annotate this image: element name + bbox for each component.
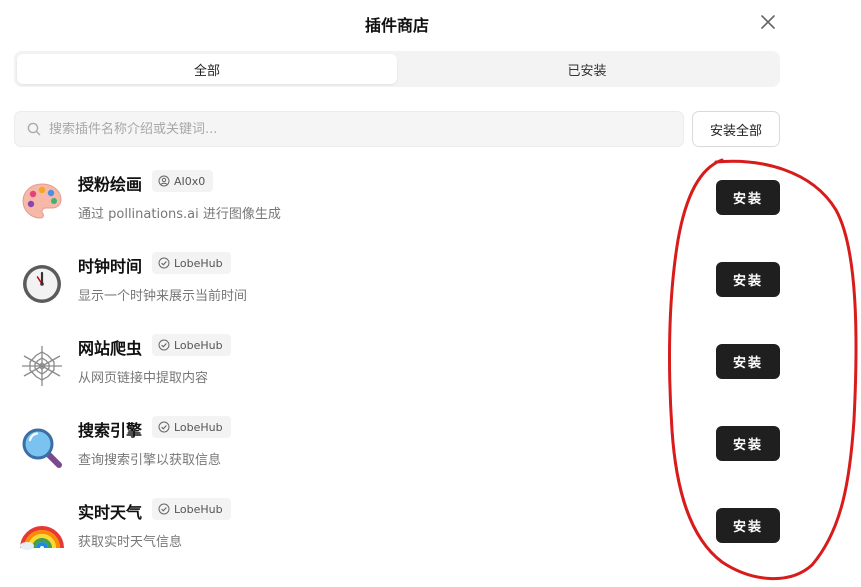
plugin-name: 网站爬虫 [78,339,143,358]
modal-title: 插件商店 [364,16,429,35]
palette-icon [18,178,66,226]
magnifier-icon [18,424,66,472]
rainbow-icon [18,506,66,554]
author-name: LobeHub [174,420,223,434]
author-tag: LobeHub [152,416,231,438]
author-name: LobeHub [174,338,223,352]
verified-check-icon [158,257,170,269]
search-box [14,111,684,147]
author-name: LobeHub [174,256,223,270]
user-circle-icon [158,175,170,187]
verified-check-icon [158,339,170,351]
author-name: LobeHub [174,502,223,516]
author-tag: AI0x0 [152,170,214,192]
plugin-description: 从网页链接中提取内容 [78,371,209,386]
plugin-description: 查询搜索引擎以获取信息 [78,453,222,468]
author-tag: LobeHub [152,334,231,356]
plugin-description: 通过 pollinations.ai 进行图像生成 [78,207,281,222]
close-icon[interactable] [758,12,778,32]
plugin-name: 授粉绘画 [78,175,143,194]
search-icon [27,122,41,136]
tab-bar: 全部 已安装 [14,51,780,87]
author-tag: LobeHub [152,252,231,274]
clock-icon [18,260,66,308]
plugin-item-clock: 时钟时间 LobeHub 显示一个时钟来展示当前时间 安装 [14,252,780,316]
tab-all[interactable]: 全部 [17,54,397,84]
plugin-item-web-crawler: 网站爬虫 LobeHub 从网页链接中提取内容 安装 [14,334,780,398]
plugin-name: 搜索引擎 [78,421,143,440]
plugin-description: 显示一个时钟来展示当前时间 [78,289,248,304]
install-button[interactable]: 安装 [716,262,780,297]
plugin-name: 时钟时间 [78,257,143,276]
tab-installed[interactable]: 已安装 [397,54,777,84]
plugin-item-pollinations: 授粉绘画 AI0x0 通过 pollinations.ai 进行图像生成 安装 [14,170,780,234]
install-button[interactable]: 安装 [716,344,780,379]
plugin-name: 实时天气 [78,503,143,522]
install-all-button[interactable]: 安装全部 [692,111,780,147]
verified-check-icon [158,503,170,515]
author-name: AI0x0 [174,174,206,188]
spider-web-icon [18,342,66,390]
plugin-item-search-engine: 搜索引擎 LobeHub 查询搜索引擎以获取信息 安装 [14,416,780,480]
install-button[interactable]: 安装 [716,180,780,215]
author-tag: LobeHub [152,498,231,520]
verified-check-icon [158,421,170,433]
plugin-description: 获取实时天气信息 [78,535,183,550]
install-button[interactable]: 安装 [716,426,780,461]
search-input[interactable] [49,121,669,137]
plugin-item-weather: 实时天气 LobeHub 获取实时天气信息 安装 [14,498,780,562]
install-button[interactable]: 安装 [716,508,780,543]
